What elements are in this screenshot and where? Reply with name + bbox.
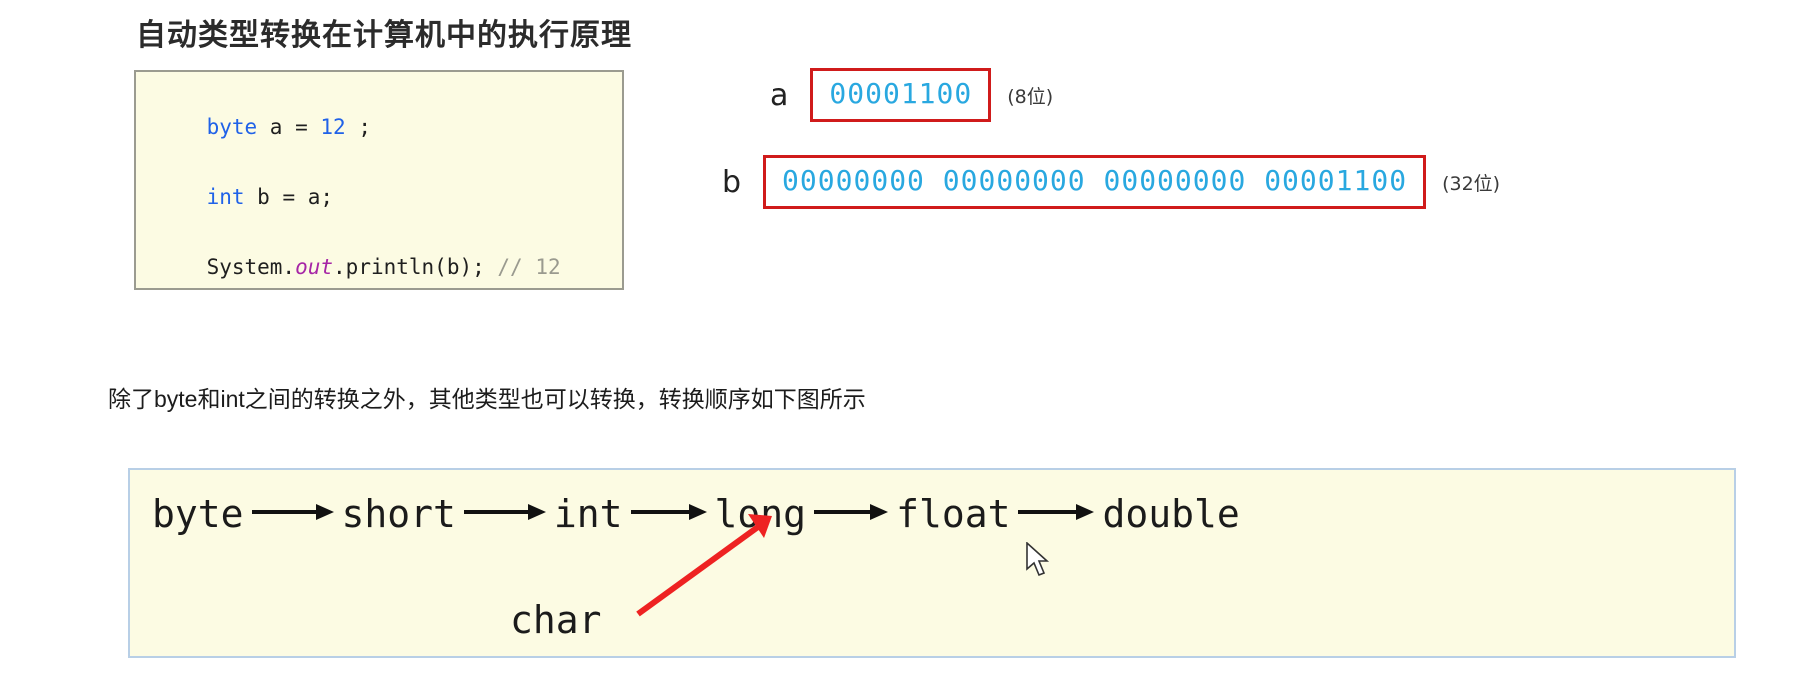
binary-value-box-b: 00000000 00000000 00000000 00001100: [763, 155, 1427, 210]
binary-row-b: b 00000000 00000000 00000000 00001100 (3…: [722, 155, 1501, 210]
flow-arrow-icon: [812, 502, 890, 527]
binary-row-a: a 00001100 (8位): [770, 68, 1054, 123]
code-token-plain: .println(b);: [333, 255, 498, 279]
page-title: 自动类型转换在计算机中的执行原理: [136, 19, 632, 52]
bit-width-note-b: (32位): [1442, 172, 1501, 195]
flow-node-short: short: [341, 492, 456, 536]
code-token-plain: b = a;: [244, 185, 334, 209]
flow-arrow-icon: [250, 502, 336, 527]
note-paragraph: 除了byte和int之间的转换之外，其他类型也可以转换，转换顺序如下图所示: [108, 386, 866, 412]
code-line: byte a = 12 ;: [156, 96, 622, 166]
code-token-number: 12: [320, 115, 346, 139]
flow-node-int: int: [553, 492, 623, 536]
code-token-keyword: int: [206, 185, 245, 209]
java-code-block: byte a = 12 ; int b = a; System.out.prin…: [134, 70, 624, 290]
bit-width-note-a: (8位): [1007, 85, 1054, 108]
code-token-field: out: [295, 255, 334, 279]
mouse-cursor-icon: [1025, 541, 1051, 585]
variable-label-a: a: [770, 77, 789, 113]
code-line: int b = a;: [156, 166, 622, 236]
code-token-plain: ;: [345, 115, 371, 139]
binary-value-box-a: 00001100: [810, 68, 992, 123]
char-to-int-arrow-icon: [630, 510, 790, 625]
flow-node-char: char: [510, 598, 602, 642]
code-token-plain: a =: [257, 115, 321, 139]
code-line: System.out.println(b); // 12: [156, 236, 622, 306]
type-conversion-flow-panel: byte short int long float double char: [128, 468, 1736, 658]
flow-node-float: float: [896, 492, 1011, 536]
flow-node-byte: byte: [152, 492, 244, 536]
code-token-keyword: byte: [206, 115, 258, 139]
flow-arrow-icon: [1016, 502, 1096, 527]
code-token-plain: System.: [206, 255, 296, 279]
variable-label-b: b: [722, 164, 742, 200]
code-token-comment: // 12: [497, 255, 561, 279]
flow-node-double: double: [1102, 492, 1240, 536]
flow-arrow-icon: [462, 502, 548, 527]
